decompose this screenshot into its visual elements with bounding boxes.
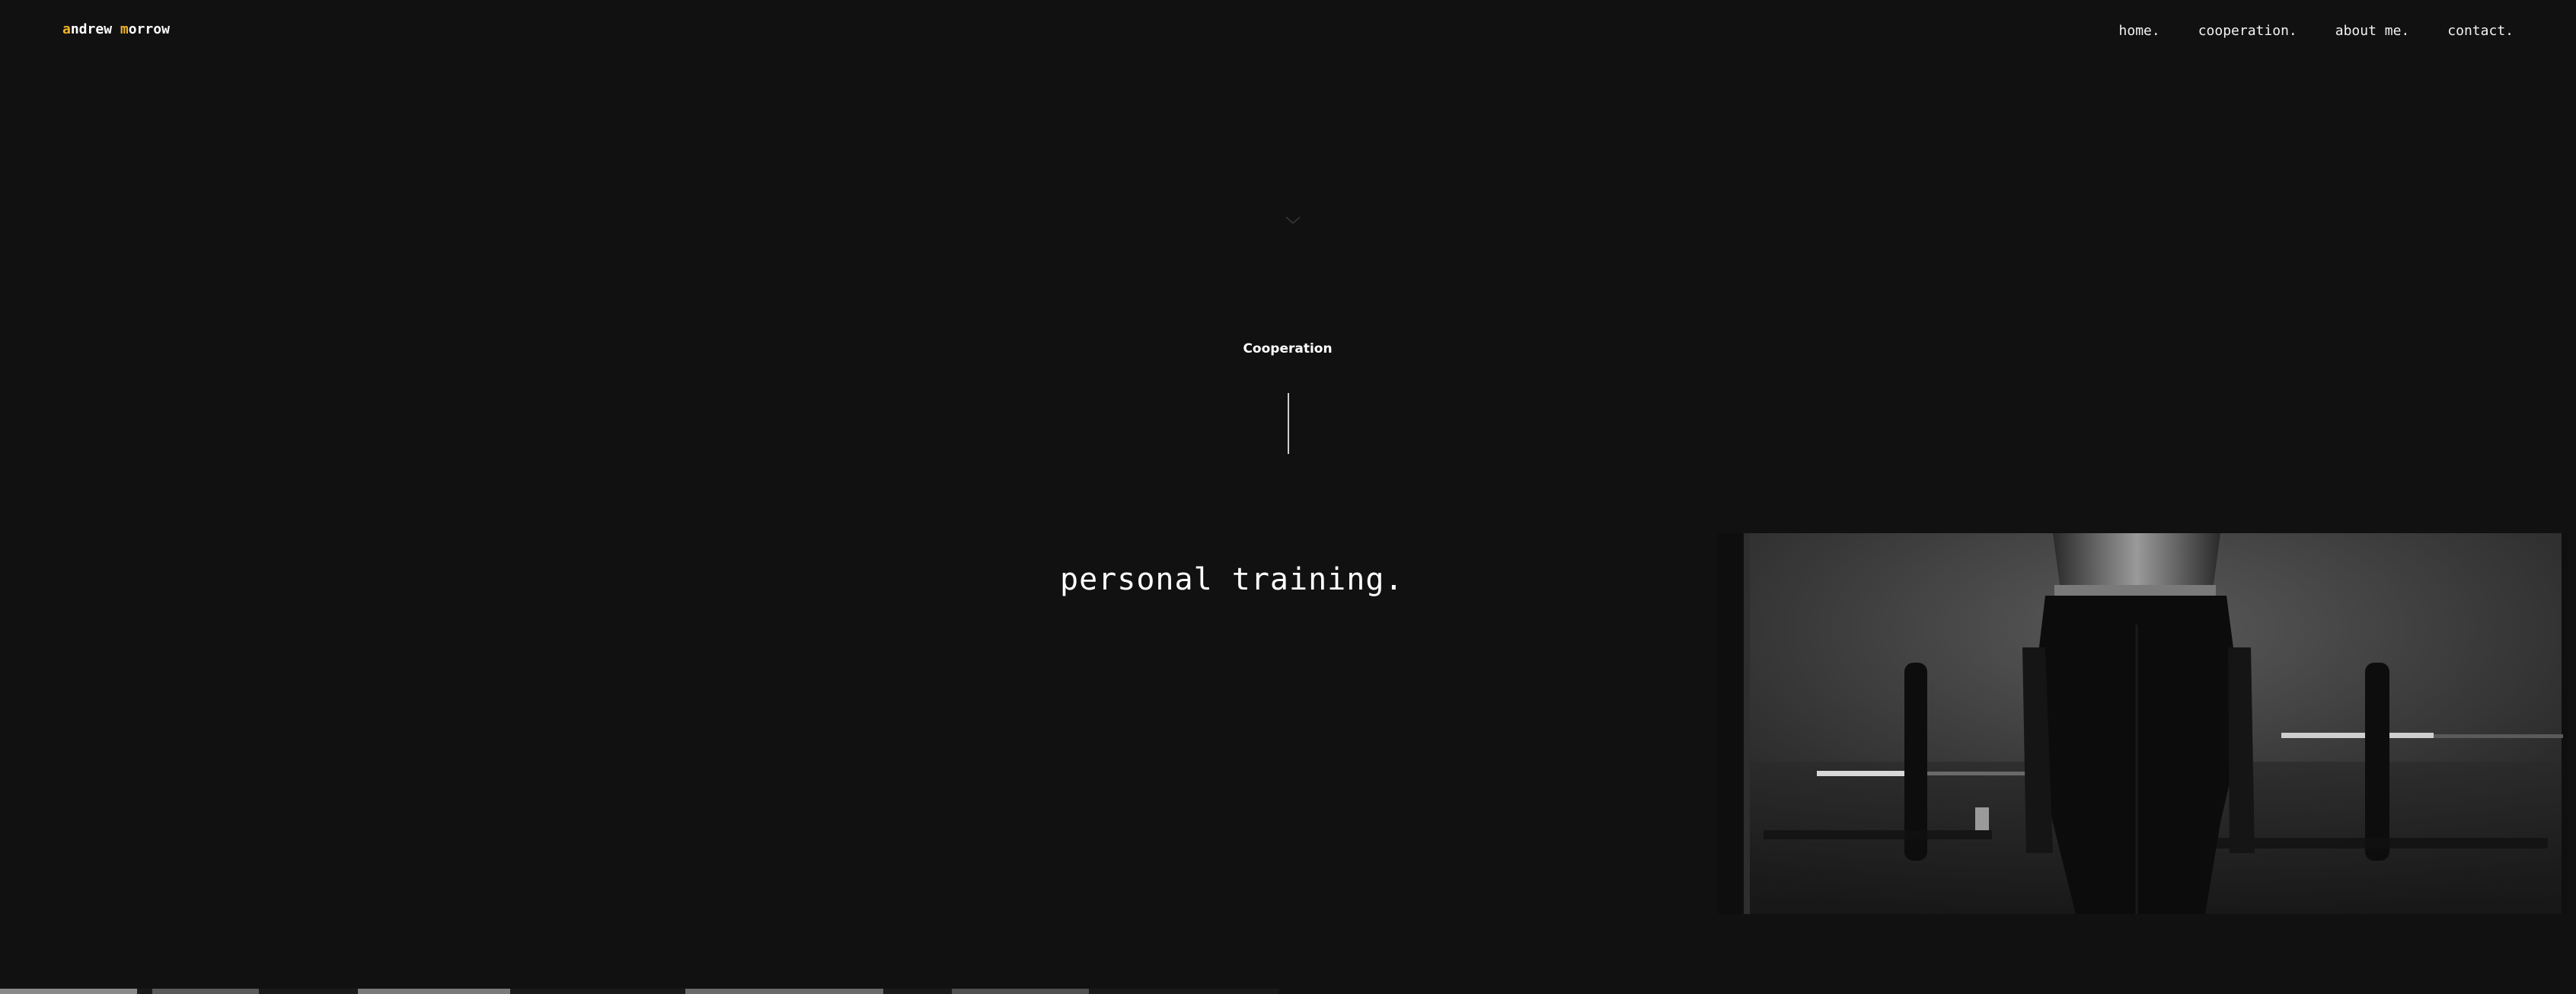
nav-home[interactable]: home. — [2119, 23, 2160, 39]
nav-cooperation[interactable]: cooperation. — [2198, 23, 2297, 39]
chevron-down-icon[interactable] — [1285, 215, 1301, 225]
logo[interactable]: andrew morrow — [62, 21, 170, 37]
nav-contact[interactable]: contact. — [2447, 23, 2514, 39]
next-section-image-strip — [0, 989, 1279, 994]
section-label: Cooperation — [1243, 341, 1333, 356]
main-nav: home. cooperation. about me. contact. — [2119, 23, 2514, 39]
divider-line — [1288, 393, 1289, 454]
logo-initial-last: m — [120, 21, 129, 37]
service-title: personal training. — [1060, 562, 1404, 597]
nav-about-me[interactable]: about me. — [2335, 23, 2410, 39]
logo-initial-first: a — [62, 21, 71, 37]
logo-text-last: orrow — [128, 21, 170, 37]
logo-text-first: ndrew — [70, 21, 120, 37]
gym-photo — [1718, 533, 2568, 914]
